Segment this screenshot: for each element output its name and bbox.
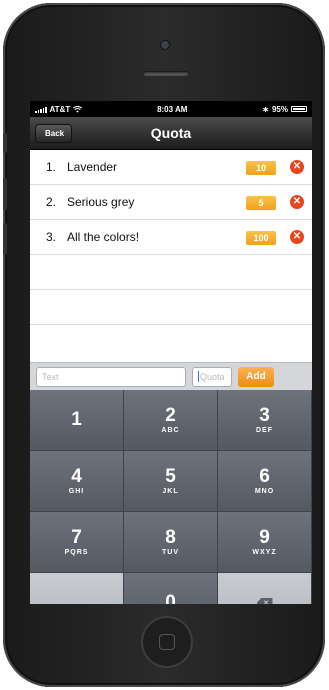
item-name: Serious grey	[67, 195, 135, 209]
key-9[interactable]: 9 WXYZ	[218, 512, 312, 573]
key-letters: JKL	[162, 488, 179, 495]
wifi-icon	[73, 105, 83, 113]
key-1[interactable]: 1	[30, 390, 124, 451]
key-8[interactable]: 8 TUV	[124, 512, 218, 573]
close-circle-icon[interactable]: ✕	[290, 160, 304, 174]
carrier-label: AT&T	[49, 104, 71, 114]
key-digit: 7	[71, 527, 82, 548]
text-input[interactable]: Text	[36, 366, 186, 387]
key-digit: 2	[165, 405, 176, 426]
back-button[interactable]: Back	[35, 124, 73, 143]
key-letters: WXYZ	[252, 549, 277, 556]
key-3[interactable]: 3 DEF	[218, 390, 312, 451]
battery-percent: 95%	[271, 104, 288, 114]
key-7[interactable]: 7 PQRS	[30, 512, 124, 573]
front-camera	[161, 41, 169, 49]
earpiece-speaker	[143, 71, 189, 76]
key-letters: MNO	[254, 488, 275, 495]
key-letters: ABC	[161, 427, 180, 434]
key-digit: 9	[259, 527, 270, 548]
key-letters: TUV	[162, 549, 179, 556]
mute-switch	[3, 133, 7, 153]
quota-badge: 5	[246, 196, 276, 210]
quota-badge: 100	[246, 231, 276, 245]
page-title: Quota	[150, 125, 192, 141]
item-name: All the colors!	[67, 230, 140, 244]
bluetooth-icon: ∗	[262, 104, 269, 114]
backspace-icon: ✕	[256, 598, 273, 604]
key-digit: 1	[71, 408, 82, 430]
volume-up-button	[3, 178, 7, 210]
status-time: 8:03 AM	[157, 104, 188, 114]
key-backspace[interactable]: ✕	[218, 573, 312, 604]
key-digit: 6	[259, 466, 270, 487]
key-digit: 8	[165, 527, 176, 548]
item-number: 3.	[46, 230, 57, 244]
screen: AT&T 8:03 AM ∗ 95% Quota Back 1. Lavende	[30, 101, 312, 604]
key-4[interactable]: 4 GHI	[30, 451, 124, 512]
quota-badge: 10	[246, 161, 276, 175]
navigation-bar: Quota Back	[30, 117, 312, 150]
close-circle-icon[interactable]: ✕	[290, 195, 304, 209]
key-letters: PQRS	[64, 549, 89, 556]
item-number: 2.	[46, 195, 57, 209]
key-0[interactable]: 0	[124, 573, 218, 604]
quota-list: 1. Lavender 10 ✕ 2. Serious grey 5 ✕ 3. …	[30, 150, 312, 362]
key-digit: 4	[71, 466, 82, 487]
signal-bars-icon	[35, 106, 47, 113]
key-2[interactable]: 2 ABC	[124, 390, 218, 451]
phone-frame: AT&T 8:03 AM ∗ 95% Quota Back 1. Lavende	[3, 3, 325, 687]
numeric-keypad: 1 2 ABC 3 DEF 4 GHI 5 JKL 6 MNO 7 PQRS 8…	[30, 390, 312, 604]
empty-row	[30, 325, 312, 360]
key-letters: DEF	[256, 427, 273, 434]
key-5[interactable]: 5 JKL	[124, 451, 218, 512]
home-button[interactable]	[141, 616, 193, 668]
quota-placeholder: Quota	[200, 371, 225, 382]
item-name: Lavender	[67, 160, 118, 174]
key-digit: 5	[165, 466, 176, 487]
key-digit: 0	[165, 592, 176, 605]
empty-row	[30, 255, 312, 290]
battery-icon	[291, 106, 307, 112]
input-bar: Text Quota Add	[30, 362, 312, 390]
key-6[interactable]: 6 MNO	[218, 451, 312, 512]
list-item[interactable]: 3. All the colors! 100 ✕	[30, 220, 312, 255]
list-item[interactable]: 1. Lavender 10 ✕	[30, 150, 312, 185]
text-caret	[198, 371, 199, 382]
item-number: 1.	[46, 160, 57, 174]
list-item[interactable]: 2. Serious grey 5 ✕	[30, 185, 312, 220]
key-blank	[30, 573, 124, 604]
close-circle-icon[interactable]: ✕	[290, 230, 304, 244]
status-bar: AT&T 8:03 AM ∗ 95%	[30, 101, 312, 117]
quota-input[interactable]: Quota	[192, 366, 232, 387]
key-letters: GHI	[68, 488, 85, 495]
key-digit: 3	[259, 405, 270, 426]
home-square-icon	[159, 634, 175, 650]
add-button[interactable]: Add	[238, 366, 274, 387]
volume-down-button	[3, 223, 7, 255]
empty-row	[30, 290, 312, 325]
